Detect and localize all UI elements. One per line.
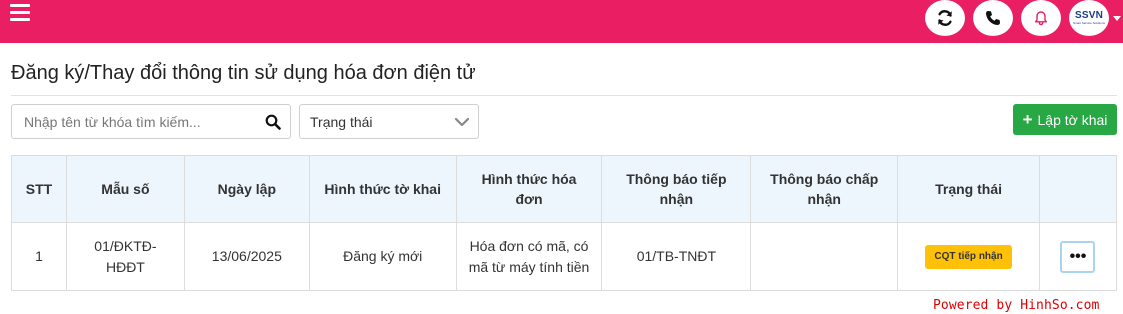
col-header-hinh-thuc-hoa-don: Hình thức hóa đơn bbox=[455, 155, 603, 223]
create-declaration-button[interactable]: + Lập tờ khai bbox=[1013, 104, 1117, 135]
avatar-logo-text: SSVN bbox=[1074, 10, 1104, 21]
phone-button[interactable] bbox=[973, 0, 1013, 36]
phone-icon bbox=[986, 11, 1000, 25]
cell-actions: ••• bbox=[1038, 222, 1118, 291]
col-header-actions bbox=[1038, 155, 1118, 223]
user-avatar[interactable]: SSVN Smart Service Solutions bbox=[1069, 0, 1109, 36]
cell-mau-so: 01/ĐKTĐ- HĐĐT bbox=[65, 222, 185, 291]
refresh-icon bbox=[938, 10, 952, 26]
table-header-row: STT Mẫu số Ngày lập Hình thức tờ khai Hì… bbox=[11, 155, 1118, 223]
cell-hinh-thuc-hoa-don: Hóa đơn có mã, có mã từ máy tính tiền bbox=[455, 222, 603, 291]
status-filter-select[interactable]: Trạng thái bbox=[299, 104, 479, 139]
chevron-down-icon bbox=[454, 117, 470, 127]
declarations-table: STT Mẫu số Ngày lập Hình thức tờ khai Hì… bbox=[11, 155, 1118, 291]
col-header-mau-so: Mẫu số bbox=[65, 155, 185, 223]
col-header-hinh-thuc-hoa-don-line1: Hình thức hóa bbox=[481, 171, 577, 187]
search-box bbox=[11, 104, 291, 139]
col-header-tb-chap-nhan: Thông báo chấp nhận bbox=[750, 155, 899, 223]
more-actions-button[interactable]: ••• bbox=[1060, 240, 1096, 273]
cell-ngay-lap: 13/06/2025 bbox=[183, 222, 310, 291]
cell-hinh-thuc-hoa-don-line2: mã từ máy tính tiền bbox=[468, 258, 590, 275]
col-header-hinh-thuc-to-khai: Hình thức tờ khai bbox=[308, 155, 457, 223]
cell-tb-chap-nhan bbox=[750, 222, 899, 291]
notification-button[interactable] bbox=[1021, 0, 1061, 36]
col-header-hinh-thuc-hoa-don-line2: đơn bbox=[515, 191, 543, 207]
menu-icon[interactable] bbox=[10, 4, 30, 22]
col-header-ngay-lap: Ngày lập bbox=[183, 155, 310, 223]
cell-hinh-thuc-to-khai: Đăng ký mới bbox=[308, 222, 457, 291]
status-filter-value: Trạng thái bbox=[310, 114, 373, 130]
user-menu-caret-icon[interactable] bbox=[1113, 16, 1121, 21]
col-header-tb-chap-nhan-line2: nhận bbox=[807, 191, 841, 207]
create-declaration-label: Lập tờ khai bbox=[1037, 111, 1108, 128]
bell-icon bbox=[1034, 11, 1048, 26]
table-row[interactable]: 1 01/ĐKTĐ- HĐĐT 13/06/2025 Đăng ký mới H… bbox=[11, 222, 1118, 291]
page-title: Đăng ký/Thay đổi thông tin sử dụng hóa đ… bbox=[11, 62, 476, 84]
search-icon[interactable] bbox=[265, 114, 281, 130]
refresh-button[interactable] bbox=[925, 0, 965, 36]
cell-tb-tiep-nhan: 01/TB-TNĐT bbox=[601, 222, 752, 291]
cell-mau-so-line1: 01/ĐKTĐ- bbox=[94, 237, 157, 254]
col-header-tb-chap-nhan-line1: Thông báo chấp bbox=[770, 171, 879, 187]
footer-credit: Powered by HinhSo.com bbox=[933, 298, 1100, 313]
cell-mau-so-line2: HĐĐT bbox=[105, 258, 145, 275]
col-header-trang-thai: Trạng thái bbox=[897, 155, 1040, 223]
search-input[interactable] bbox=[12, 105, 260, 138]
plus-icon: + bbox=[1022, 109, 1033, 129]
avatar-logo-subtext: Smart Service Solutions bbox=[1072, 21, 1105, 25]
col-header-tb-tiep-nhan: Thông báo tiếp nhận bbox=[601, 155, 752, 223]
col-header-tb-tiep-nhan-line2: nhận bbox=[659, 191, 694, 207]
title-divider bbox=[11, 95, 1117, 96]
status-badge: CQT tiếp nhận bbox=[925, 245, 1012, 269]
top-navbar: SSVN Smart Service Solutions bbox=[0, 0, 1123, 43]
col-header-tb-tiep-nhan-line1: Thông báo tiếp bbox=[626, 171, 727, 187]
col-header-stt: STT bbox=[11, 155, 67, 223]
cell-stt: 1 bbox=[11, 222, 67, 291]
cell-hinh-thuc-hoa-don-line1: Hóa đơn có mã, có bbox=[469, 237, 589, 254]
cell-trang-thai: CQT tiếp nhận bbox=[897, 222, 1040, 291]
